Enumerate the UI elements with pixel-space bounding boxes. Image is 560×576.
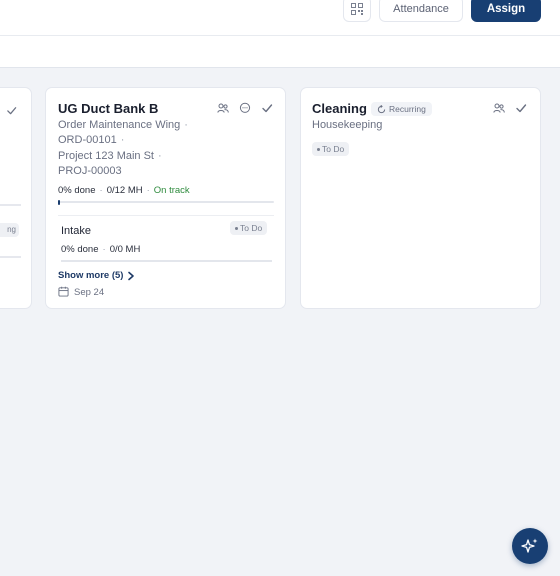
order-id: ORD-00101 · [58, 134, 125, 146]
card-actions [217, 102, 273, 114]
status-badge: ng [0, 223, 19, 237]
progress-fill [58, 200, 60, 205]
card-actions [493, 102, 527, 114]
task-board: ng UG Duct Bank B Order Maintenance Wing… [0, 68, 560, 576]
repeat-icon [377, 104, 386, 114]
task-title[interactable]: Cleaning [312, 101, 367, 116]
top-toolbar: Attendance Assign [0, 0, 560, 35]
check-icon[interactable] [515, 102, 527, 114]
task-card-partial[interactable]: ng [0, 87, 32, 309]
qr-code-icon [351, 3, 363, 15]
assign-button[interactable]: Assign [471, 0, 541, 22]
sparkle-ai-icon [521, 537, 539, 555]
users-icon[interactable] [217, 102, 229, 114]
progress-track [0, 204, 21, 206]
qr-code-button[interactable] [343, 0, 371, 22]
project-id: PROJ-00003 [58, 165, 122, 177]
status-badge: To Do [312, 142, 350, 156]
task-title[interactable]: UG Duct Bank B [58, 101, 158, 116]
users-icon[interactable] [493, 102, 505, 114]
calendar-icon [58, 286, 70, 298]
task-category: Housekeeping [312, 119, 383, 131]
comment-icon[interactable] [239, 102, 251, 114]
project-name: Project 123 Main St · [58, 150, 162, 162]
subtask-progress-bar [61, 260, 272, 262]
progress-track [0, 256, 21, 258]
chevron-right-icon [127, 271, 135, 281]
subtask-status-badge: To Do [230, 221, 268, 235]
order-name: Order Maintenance Wing · [58, 119, 188, 131]
ai-assistant-button[interactable] [512, 528, 548, 564]
check-icon[interactable] [261, 102, 273, 114]
show-more-link[interactable]: Show more (5) [58, 270, 135, 281]
filter-bar [0, 35, 560, 68]
task-card[interactable]: UG Duct Bank B Order Maintenance Wing · … [45, 87, 286, 309]
attendance-button[interactable]: Attendance [379, 0, 463, 22]
subtask-item[interactable]: Intake To Do 0% done · 0/0 MH [58, 215, 274, 262]
status-on-track: On track [153, 185, 190, 196]
recurring-badge: Recurring [371, 102, 432, 116]
task-card[interactable]: Cleaning Recurring Housekeeping To Do [300, 87, 541, 309]
progress-summary: 0% done · 0/12 MH · On track [58, 185, 190, 196]
progress-bar [58, 200, 274, 205]
subtask-name: Intake [61, 225, 91, 237]
check-icon[interactable] [6, 103, 17, 121]
subtask-progress: 0% done · 0/0 MH [61, 244, 141, 255]
due-date: Sep 24 [58, 286, 104, 298]
